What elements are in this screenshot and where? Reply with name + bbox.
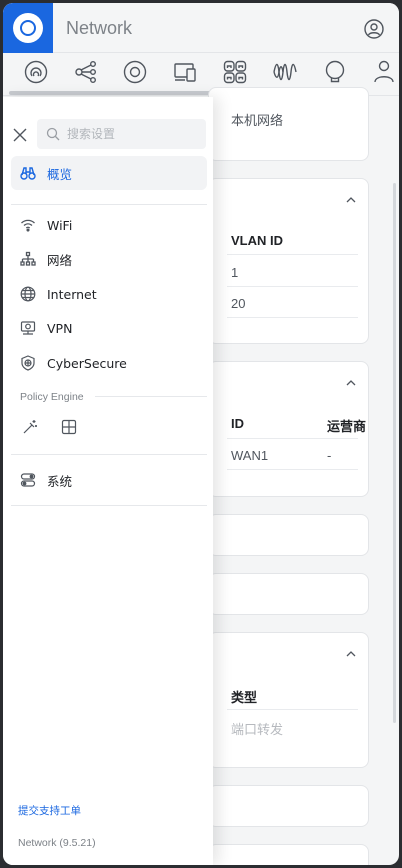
user-circle-icon[interactable] [363,18,385,40]
collapsed-card[interactable] [208,844,369,865]
client-devices-icon[interactable] [172,59,198,85]
collapsed-card[interactable] [208,514,369,556]
nav-item-vpn[interactable]: VPN [11,311,207,345]
close-icon[interactable] [12,127,28,143]
wifi-icon [21,219,35,232]
nav-item-label: Internet [47,286,97,302]
dashboard-icon[interactable] [23,59,49,85]
vlan-card: VLAN ID 1 20 [208,178,369,344]
column-header: 类型 [231,691,258,706]
grid-table-icon[interactable] [61,419,77,435]
wan-card: ID 运营商 WAN1 - [208,361,369,497]
app-version: Network (9.5.21) [18,837,96,849]
binoculars-icon [20,167,36,180]
policy-engine-label: Policy Engine [20,391,84,403]
vertical-scrollbar[interactable] [393,183,396,723]
system-toggles-icon [20,473,36,487]
chevron-up-icon[interactable] [346,195,356,205]
shield-globe-icon [21,355,35,371]
column-header: ID [231,416,244,431]
submit-ticket-link[interactable]: 提交支持工单 [18,803,81,818]
globe-icon [20,286,36,302]
nav-item-system[interactable]: 系统 [11,463,207,497]
collapsed-card[interactable] [208,573,369,615]
table-cell: 1 [231,265,239,280]
nav-item-label: 系统 [47,473,73,489]
app-window: Network 本机网络 VLAN ID 1 20 ID 运营商 WAN1 - … [3,3,399,865]
table-cell: 20 [231,296,246,311]
search-box [37,119,206,149]
top-header: Network [3,3,399,53]
app-title: Network [66,18,133,38]
magic-wand-icon[interactable] [22,419,38,435]
collapsed-card[interactable] [208,785,369,827]
ubiquiti-logo-icon[interactable] [3,3,53,53]
search-icon [46,127,60,141]
settings-drawer: 概览 WiFi 网络 Internet [3,97,213,865]
settings-card: 本机网络 [208,87,369,161]
nav-item-wifi[interactable]: WiFi [11,208,207,242]
hotspot-icon[interactable] [322,59,348,85]
devices-icon[interactable] [122,59,148,85]
admins-icon[interactable] [371,59,397,85]
nav-item-networks[interactable]: 网络 [11,242,207,276]
nav-item-cybersecure[interactable]: CyberSecure [11,346,207,380]
vpn-icon [20,321,36,335]
topology-icon[interactable] [73,59,99,85]
nav-item-label: CyberSecure [47,355,127,371]
nav-item-internet[interactable]: Internet [11,277,207,311]
ports-icon[interactable] [222,59,248,85]
nav-item-label: WiFi [47,217,73,233]
insights-icon[interactable] [272,59,298,85]
nav-item-label: 网络 [47,252,73,268]
column-header: VLAN ID [231,233,283,248]
card-value: 本机网络 [231,113,284,128]
network-hierarchy-icon [20,251,36,266]
table-cell: 端口转发 [231,723,284,738]
nav-item-overview[interactable]: 概览 [11,156,207,190]
chevron-up-icon[interactable] [346,378,356,388]
column-header: 运营商 [327,420,367,435]
port-forwarding-card: 类型 端口转发 [208,632,369,768]
table-cell: WAN1 [231,448,269,463]
chevron-up-icon[interactable] [346,649,356,659]
nav-item-label: VPN [47,320,73,336]
table-cell: - [327,448,332,463]
search-input[interactable] [67,119,202,149]
nav-item-label: 概览 [47,166,73,182]
